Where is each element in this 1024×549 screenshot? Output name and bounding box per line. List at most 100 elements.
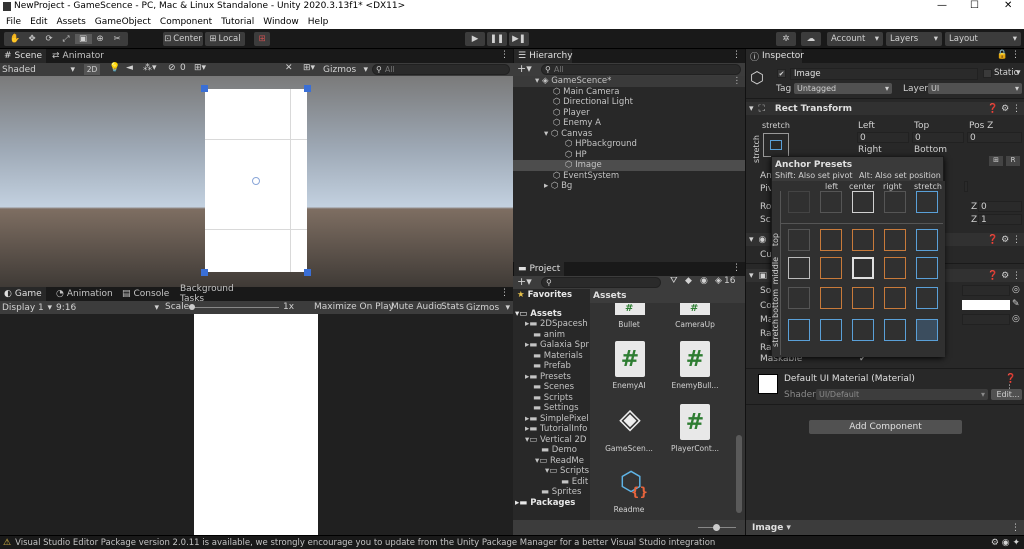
folder-item[interactable]: ▬ anim — [513, 330, 590, 341]
asset-label[interactable]: EnemyAI — [596, 381, 662, 390]
menu-window[interactable]: Window — [263, 17, 299, 27]
anchor-preset-middle-center[interactable] — [852, 257, 874, 279]
asset-label[interactable]: GameScen... — [596, 444, 662, 453]
component-icons[interactable]: ❓ ⚙ ⋮ — [987, 235, 1021, 245]
tab-hierarchy[interactable]: ☰ Hierarchy — [514, 49, 573, 63]
object-picker-icon[interactable]: ◎ — [1012, 285, 1020, 295]
list-item[interactable]: ⬡ Directional Light — [513, 97, 745, 108]
top-field[interactable]: 0 — [912, 132, 964, 143]
source-image-field[interactable] — [962, 285, 1010, 296]
anchor-preset-none-stretch[interactable] — [916, 191, 938, 213]
maximize-button[interactable]: ☐ — [970, 0, 979, 11]
menu-component[interactable]: Component — [160, 17, 212, 27]
pivot-field[interactable] — [964, 181, 968, 192]
folder-item[interactable]: ▸▬ Galaxia Spr — [513, 340, 590, 351]
component-icons[interactable]: ❓ ⚙ ⋮ — [987, 104, 1021, 114]
corner-handle-bl[interactable] — [201, 269, 208, 276]
tag-dropdown[interactable]: Untagged ▾ — [794, 83, 892, 94]
play-button[interactable]: ▶ — [465, 32, 485, 46]
hand-tool-icon[interactable]: ✋ — [7, 34, 24, 44]
asset-label[interactable]: Readme — [596, 505, 662, 514]
kebab-menu-icon[interactable]: ⋮ — [1011, 50, 1020, 60]
folder-item[interactable]: ▾▭ Scripts — [513, 466, 590, 477]
folder-item[interactable]: ▬ Settings — [513, 403, 590, 414]
folder-item[interactable]: ▸▬ Packages — [513, 498, 590, 509]
scene-search-input[interactable]: ⚲ All — [372, 64, 510, 75]
corner-handle-tr[interactable] — [304, 85, 311, 92]
list-item[interactable]: ▾ ⬡ Canvas — [513, 129, 745, 140]
menu-assets[interactable]: Assets — [57, 17, 86, 27]
folder-item[interactable]: ▾▭ Assets — [513, 309, 590, 320]
script-asset-icon[interactable]: # — [680, 303, 710, 315]
material-field[interactable] — [962, 314, 1010, 325]
script-asset-icon[interactable]: # — [615, 341, 645, 377]
object-picker-icon[interactable]: ◎ — [1012, 314, 1020, 324]
component-icons[interactable]: ❓ ⚙ ⋮ — [987, 271, 1021, 281]
scene-view-icon[interactable]: ⊞▾ — [303, 63, 315, 73]
menu-tutorial[interactable]: Tutorial — [221, 17, 254, 27]
lighting-icon[interactable]: 💡 — [109, 63, 120, 73]
tab-background-tasks[interactable]: Background Tasks — [176, 284, 256, 304]
anchor-preset-bottom-center[interactable] — [852, 287, 874, 309]
assets-scrollbar[interactable] — [736, 435, 742, 513]
add-component-button[interactable]: Add Component — [809, 420, 962, 434]
layout-dropdown[interactable]: Layout ▾ — [945, 32, 1021, 46]
folder-item[interactable]: ▬ Scripts — [513, 393, 590, 404]
asset-label[interactable]: EnemyBull... — [662, 381, 728, 390]
scale-z-field[interactable]: 1 — [978, 214, 1022, 225]
shader-dropdown[interactable]: UI/Default ▾ — [816, 389, 988, 400]
tab-scene[interactable]: # Scene — [0, 49, 46, 63]
list-item[interactable]: ⬡ HP — [513, 150, 745, 161]
shading-mode-dropdown[interactable]: Shaded ▾ — [2, 63, 78, 76]
list-item[interactable]: ⬡ Player — [513, 108, 745, 119]
color-swatch[interactable] — [962, 300, 1010, 310]
kebab-menu-icon[interactable]: ⋮ — [732, 50, 741, 60]
2d-toggle-button[interactable]: 2D — [84, 64, 100, 75]
list-item[interactable]: ⬡ Main Camera — [513, 87, 745, 98]
folder-item[interactable]: ▬ Prefab — [513, 361, 590, 372]
scale-slider-thumb[interactable] — [189, 304, 195, 310]
anchor-preset-none-center[interactable] — [852, 191, 874, 213]
filter-label-icon[interactable]: ◆ — [685, 276, 692, 286]
anchor-preset-bottom-right[interactable] — [884, 287, 906, 309]
list-item-selected[interactable]: ⬡ Image — [513, 160, 745, 171]
anchor-preset-top-right[interactable] — [884, 229, 906, 251]
list-item[interactable]: ⬡ Enemy A — [513, 118, 745, 129]
add-object-button[interactable]: +▾ — [517, 62, 532, 75]
scale-slider[interactable] — [190, 307, 279, 308]
account-dropdown[interactable]: Account ▾ — [827, 32, 883, 46]
anchor-preset-bottom-left[interactable] — [820, 287, 842, 309]
list-item[interactable]: ⬡ EventSystem — [513, 171, 745, 182]
scene-viewport[interactable] — [0, 76, 513, 287]
layers-dropdown[interactable]: Layers ▾ — [886, 32, 942, 46]
rotate-tool-icon[interactable]: ⟳ — [41, 34, 58, 44]
favorites-item[interactable]: ★ Favorites — [513, 290, 590, 301]
scene-root-item[interactable]: ▾ ◈ GameScence* ⋮ — [513, 76, 745, 87]
layer-dropdown[interactable]: UI ▾ — [928, 83, 1022, 94]
kebab-menu-icon[interactable]: ⋮ — [500, 50, 509, 60]
status-message[interactable]: Visual Studio Editor Package version 2.0… — [15, 538, 715, 548]
pause-button[interactable]: ❚❚ — [487, 32, 507, 46]
asset-label[interactable]: PlayerCont... — [662, 444, 728, 453]
list-item[interactable]: ▸ ⬡ Bg — [513, 181, 745, 192]
icon-size-slider-thumb[interactable] — [713, 524, 720, 531]
anchor-preset-none-left[interactable] — [820, 191, 842, 213]
eye-icon[interactable]: ◉ — [700, 276, 708, 286]
transform-tool-icon[interactable]: ⊕ — [92, 34, 109, 44]
rotation-z-field[interactable]: 0 — [978, 201, 1022, 212]
script-asset-icon[interactable]: # — [680, 341, 710, 377]
close-button[interactable]: ✕ — [1004, 0, 1012, 11]
anchor-preset-none-right[interactable] — [884, 191, 906, 213]
folder-item[interactable]: ▾▭ Vertical 2D — [513, 435, 590, 446]
tab-inspector[interactable]: ⓘ Inspector — [746, 49, 804, 63]
rect-transform-header[interactable]: ▾ ⛶ Rect Transform ❓ ⚙ ⋮ — [746, 102, 1024, 115]
script-asset-icon[interactable]: # — [615, 303, 645, 315]
custom-tool-icon[interactable]: ✂ — [109, 34, 126, 44]
anchor-preset-stretch-left[interactable] — [820, 319, 842, 341]
anchor-preset-bottom-none[interactable] — [788, 287, 810, 309]
anchor-preset-stretch-none[interactable] — [788, 319, 810, 341]
folder-item[interactable]: ▸▬ TutorialInfo — [513, 424, 590, 435]
project-search-input[interactable]: ⚲ — [541, 277, 661, 288]
static-checkbox[interactable] — [983, 69, 992, 78]
folder-item[interactable]: ▬ Sprites — [513, 487, 590, 498]
